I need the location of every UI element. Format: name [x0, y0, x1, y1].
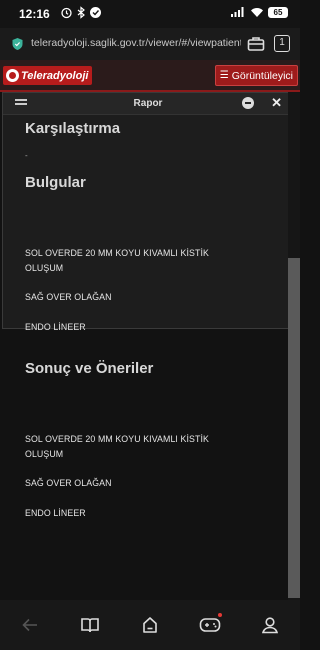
- conclusion-line: SOL OVERDE 20 MM KOYU KIVAMLI KİSTİK: [25, 434, 209, 444]
- alarm-icon: [61, 7, 72, 19]
- finding-line: ENDO LİNEER: [25, 322, 86, 332]
- check-circle-icon: [90, 7, 101, 18]
- battery-indicator: 65: [268, 6, 288, 18]
- back-button[interactable]: [17, 612, 43, 638]
- finding-line: SAĞ OVER OLAĞAN: [25, 292, 112, 302]
- browser-address-bar: teleradyoloji.saglik.gov.tr/viewer/#/vie…: [0, 28, 300, 60]
- logo-emblem-icon: [6, 69, 19, 82]
- browser-bottom-nav: [0, 600, 300, 650]
- report-content: Karşılaştırma - Bulgular SOL OVERDE 20 M…: [0, 92, 286, 600]
- page-scrollbar-thumb[interactable]: [288, 258, 300, 598]
- secure-site-icon[interactable]: [11, 37, 24, 51]
- bluetooth-icon: [77, 6, 85, 19]
- back-icon: [22, 618, 37, 632]
- games-button[interactable]: [197, 612, 223, 638]
- url-text[interactable]: teleradyoloji.saglik.gov.tr/viewer/#/vie…: [31, 37, 241, 49]
- status-system-icons: 65: [230, 6, 288, 18]
- game-icon: [199, 618, 221, 632]
- bookmarks-button[interactable]: [77, 612, 103, 638]
- viewer-button-label: Görüntüleyici: [231, 69, 293, 82]
- comparison-heading: Karşılaştırma: [25, 120, 121, 137]
- comparison-value: -: [25, 151, 28, 160]
- conclusion-line: ENDO LİNEER: [25, 508, 86, 518]
- finding-line: SOL OVERDE 20 MM KOYU KIVAMLI KİSTİK: [25, 248, 209, 258]
- conclusion-line: OLUŞUM: [25, 449, 64, 459]
- conclusion-heading: Sonuç ve Öneriler: [25, 360, 154, 377]
- signal-icon: [231, 7, 244, 17]
- conclusion-line: SAĞ OVER OLAĞAN: [25, 478, 112, 488]
- viewer-button[interactable]: ☰ Görüntüleyici: [214, 65, 298, 86]
- briefcase-icon[interactable]: [247, 35, 265, 52]
- book-icon: [81, 618, 99, 633]
- home-icon: [143, 617, 157, 633]
- site-logo[interactable]: Teleradyoloji: [3, 66, 93, 85]
- finding-line: OLUŞUM: [25, 263, 64, 273]
- status-time: 12:16: [19, 7, 50, 21]
- wifi-icon: [251, 8, 263, 17]
- home-button[interactable]: [137, 612, 163, 638]
- list-icon: ☰: [219, 70, 229, 81]
- findings-heading: Bulgular: [25, 174, 86, 191]
- status-notification-icons: [60, 6, 102, 19]
- status-bar: 12:16 65: [0, 0, 300, 28]
- logo-text: Teleradyoloji: [21, 69, 89, 82]
- tab-count-button[interactable]: 1: [274, 35, 290, 52]
- profile-button[interactable]: [257, 612, 283, 638]
- profile-icon: [261, 617, 279, 634]
- notification-dot: [218, 613, 222, 617]
